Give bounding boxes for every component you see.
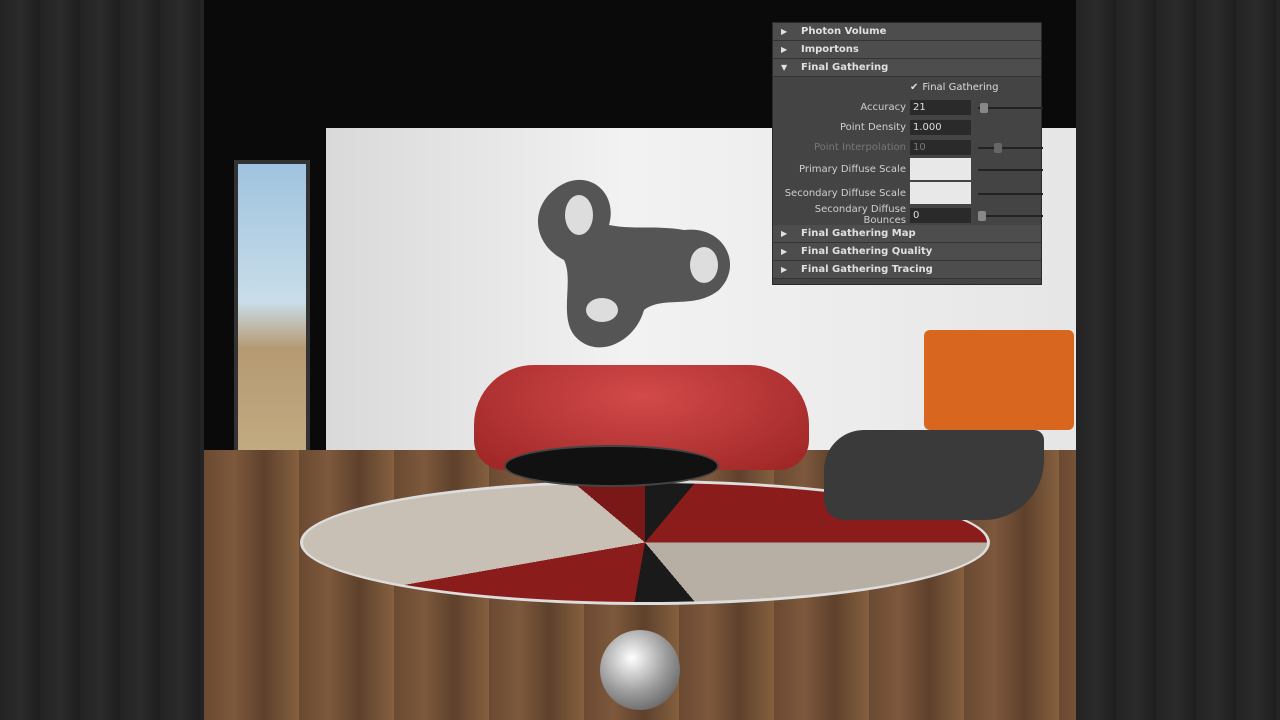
secondary-diffuse-bounces-label: Secondary Diffuse Bounces: [814, 204, 906, 226]
primary-diffuse-scale-label: Primary Diffuse Scale: [799, 163, 906, 175]
expand-arrow-icon: ▶: [781, 27, 788, 36]
point-density-field[interactable]: 1.000: [910, 119, 971, 135]
secondary-diffuse-scale-label: Secondary Diffuse Scale: [784, 187, 906, 199]
expand-arrow-icon: ▶: [781, 247, 788, 256]
section-final-gathering-quality[interactable]: ▶ Final Gathering Quality: [773, 243, 1041, 261]
expand-arrow-icon: ▶: [781, 265, 788, 274]
lounge-chair: [824, 430, 1044, 520]
secondary-diffuse-bounces-slider[interactable]: [978, 211, 1043, 221]
primary-diffuse-scale-slider[interactable]: [978, 169, 1043, 171]
film-camera-prop: [924, 330, 1074, 430]
expand-arrow-icon: ▶: [781, 45, 788, 54]
left-frame: [0, 0, 204, 720]
accuracy-field[interactable]: 21: [910, 99, 971, 115]
right-frame: [1076, 0, 1280, 720]
section-final-gathering-tracing[interactable]: ▶ Final Gathering Tracing: [773, 261, 1041, 279]
collapse-arrow-icon: ▼: [781, 63, 788, 72]
point-interpolation-slider: [978, 143, 1043, 153]
secondary-diffuse-scale-swatch[interactable]: [910, 182, 971, 204]
window: [234, 160, 310, 475]
accuracy-slider[interactable]: [978, 103, 1043, 113]
point-interpolation-label: Point Interpolation: [813, 141, 906, 153]
section-final-gathering-map[interactable]: ▶ Final Gathering Map: [773, 225, 1041, 243]
watermark-logo: [600, 630, 680, 710]
final-gathering-checkbox-row[interactable]: ✔ Final Gathering: [773, 77, 1041, 97]
accuracy-label: Accuracy: [860, 101, 906, 113]
coffee-table: [504, 445, 719, 487]
section-final-gathering[interactable]: ▼ Final Gathering: [773, 59, 1041, 77]
secondary-diffuse-scale-slider[interactable]: [978, 193, 1043, 195]
attribute-panel: ▶ Photon Volume ▶ Importons ▼ Final Gatheri…: [772, 22, 1043, 285]
wall-sculpture: [537, 179, 731, 348]
secondary-diffuse-bounces-field[interactable]: 0: [910, 207, 971, 223]
point-density-label: Point Density: [839, 121, 906, 133]
section-importons[interactable]: ▶ Importons: [773, 41, 1041, 59]
point-interpolation-field: 10: [910, 139, 971, 155]
primary-diffuse-scale-swatch[interactable]: [910, 158, 971, 180]
expand-arrow-icon: ▶: [781, 229, 788, 238]
checkbox-checked-icon[interactable]: ✔: [910, 82, 918, 93]
section-photon-volume[interactable]: ▶ Photon Volume: [773, 23, 1041, 41]
